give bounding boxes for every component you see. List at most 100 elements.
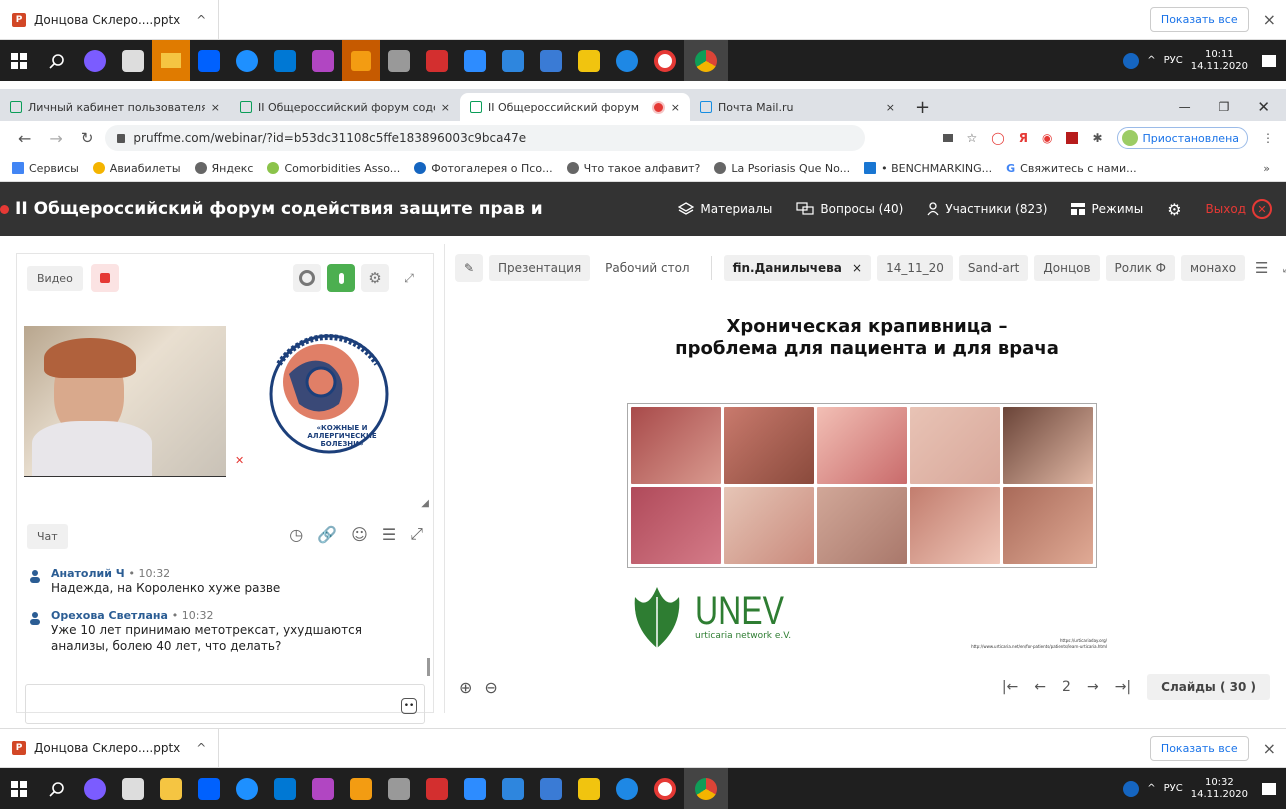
language-indicator[interactable]: РУС [1164, 55, 1183, 66]
next-slide-icon[interactable]: → [1087, 679, 1099, 695]
scanner-icon[interactable] [388, 49, 410, 72]
back-icon[interactable]: ← [18, 129, 31, 148]
acrobat-icon[interactable] [426, 49, 448, 72]
chevron-up-icon[interactable]: ^ [1147, 55, 1155, 66]
exit-button[interactable]: Выход ✕ [1206, 199, 1272, 219]
puzzle-icon[interactable]: ✱ [1092, 131, 1102, 145]
expand-chat-icon[interactable]: ⤢ [410, 524, 423, 544]
tab-file[interactable]: 14_11_20 [877, 255, 953, 281]
alice-icon[interactable] [84, 49, 106, 72]
opera-icon[interactable]: ◯ [991, 131, 1004, 145]
reload-icon[interactable]: ↻ [81, 129, 94, 147]
taskbar-app-icon[interactable] [342, 40, 380, 81]
file-explorer-icon[interactable] [152, 40, 190, 81]
settings-gear-icon[interactable]: ⚙ [1167, 200, 1181, 219]
zoom-out-icon[interactable]: ⊖ [484, 678, 497, 697]
yandex-browser-icon[interactable] [654, 777, 676, 800]
emoji-icon[interactable]: •• [401, 698, 417, 714]
slide-link[interactable]: http://www.urticaria.net/en/for-patients… [971, 644, 1107, 650]
chrome-icon[interactable] [684, 768, 728, 809]
participants-button[interactable]: Участники (823) [927, 202, 1047, 216]
tab-presentation[interactable]: Презентация [489, 255, 591, 281]
bookmark-services[interactable]: Сервисы [0, 162, 86, 175]
tab-desktop[interactable]: Рабочий стол [596, 255, 698, 281]
network-icon[interactable] [502, 777, 524, 800]
url-input[interactable]: pruffme.com/webinar/?id=b53dc31108c5ffe1… [105, 125, 866, 151]
clock[interactable]: 10:32 14.11.2020 [1191, 777, 1248, 801]
close-tab-icon[interactable]: × [211, 101, 220, 114]
chat-scrollbar[interactable] [427, 658, 430, 676]
acrobat-icon[interactable] [426, 777, 448, 800]
first-slide-icon[interactable]: |← [1002, 679, 1018, 695]
onenote-icon[interactable] [312, 49, 334, 72]
menu-kebab-icon[interactable]: ⋮ [1262, 131, 1274, 145]
mail-icon[interactable] [274, 49, 296, 72]
store-icon[interactable] [122, 49, 144, 72]
bookmark-psoriasis[interactable]: La Psoriasis Que No... [707, 162, 857, 175]
close-tab-icon[interactable]: × [671, 101, 680, 114]
bookmark-tickets[interactable]: Авиабилеты [86, 162, 188, 175]
taskbar-app-icon[interactable] [350, 777, 372, 800]
pen-icon[interactable] [540, 49, 562, 72]
dropbox-icon[interactable] [198, 777, 220, 800]
tab-file[interactable]: Sand-art [958, 255, 1029, 281]
webcam-icon[interactable] [293, 264, 321, 292]
tab-file[interactable]: монахо [1181, 255, 1246, 281]
close-tab-icon[interactable]: × [886, 101, 895, 114]
dropbox-icon[interactable] [198, 49, 220, 72]
bookmark-alphabet[interactable]: Что такое алфавит? [560, 162, 708, 175]
tab-file[interactable]: Донцов [1034, 255, 1100, 281]
page-number[interactable]: 2 [1062, 679, 1071, 695]
microphone-icon[interactable] [327, 264, 355, 292]
tab-mail[interactable]: Почта Mail.ru × [690, 93, 905, 121]
new-tab-button[interactable]: + [905, 93, 940, 121]
onenote-icon[interactable] [312, 777, 334, 800]
tab-file[interactable]: Ролик Ф [1105, 255, 1175, 281]
last-slide-icon[interactable]: →| [1115, 679, 1131, 695]
show-all-button[interactable]: Показать все [1149, 735, 1249, 761]
search-icon[interactable] [38, 768, 76, 809]
download-item[interactable]: P Донцова Склеро....pptx ^ [0, 728, 220, 768]
materials-button[interactable]: Материалы [678, 202, 772, 216]
language-indicator[interactable]: РУС [1164, 783, 1183, 794]
link-icon[interactable]: 🔗 [317, 525, 337, 544]
video-settings-icon[interactable]: ⚙ [361, 264, 389, 292]
yandex-browser-icon[interactable] [654, 49, 676, 72]
clock[interactable]: 10:11 14.11.2020 [1191, 49, 1248, 73]
windows-start-icon[interactable] [0, 40, 38, 81]
bookmark-photogallery[interactable]: Фотогалерея о Псо... [407, 162, 559, 175]
camera-icon[interactable] [942, 134, 953, 142]
teamviewer-icon[interactable] [616, 49, 638, 72]
prev-slide-icon[interactable]: ← [1034, 679, 1046, 695]
resize-handle-icon[interactable]: ◢ [421, 498, 429, 509]
tab-forum-active[interactable]: II Общероссийский форум × [460, 93, 690, 121]
message-author[interactable]: Орехова Светлана [51, 609, 168, 622]
tab-fin-danilycheva[interactable]: fin.Данилычева × [723, 255, 872, 281]
pen-tool-icon[interactable]: ✎ [455, 254, 483, 282]
yandex-icon[interactable]: Я [1019, 131, 1028, 145]
sticky-notes-icon[interactable] [578, 777, 600, 800]
files-menu-icon[interactable]: ☰ [1255, 259, 1268, 277]
extension-icon[interactable]: ◉ [1042, 131, 1052, 145]
clock-icon[interactable]: ◷ [289, 525, 303, 544]
tab-forum-1[interactable]: II Общероссийский форум соде × [230, 93, 460, 121]
slides-count-button[interactable]: Слайды ( 30 ) [1147, 674, 1270, 700]
close-tab-icon[interactable]: × [441, 101, 450, 114]
chevron-up-icon[interactable]: ^ [196, 13, 206, 27]
message-author[interactable]: Анатолий Ч [51, 567, 125, 580]
zoom-in-icon[interactable]: ⊕ [459, 678, 472, 697]
alice-icon[interactable] [84, 777, 106, 800]
list-menu-icon[interactable]: ☰ [382, 525, 396, 544]
edge-icon[interactable] [236, 777, 258, 800]
questions-button[interactable]: Вопросы (40) [796, 202, 903, 216]
zoom-icon[interactable] [464, 777, 486, 800]
network-icon[interactable] [502, 49, 524, 72]
bookmark-star-icon[interactable]: ☆ [967, 131, 978, 145]
file-explorer-icon[interactable] [160, 777, 182, 800]
window-close-icon[interactable]: ✕ [1257, 98, 1270, 116]
bookmark-yandex[interactable]: Яндекс [188, 162, 261, 175]
teamviewer-icon[interactable] [616, 777, 638, 800]
forward-icon[interactable]: → [49, 129, 62, 148]
bookmarks-more-button[interactable]: » [1263, 162, 1286, 175]
maximize-icon[interactable]: ❐ [1219, 100, 1230, 114]
